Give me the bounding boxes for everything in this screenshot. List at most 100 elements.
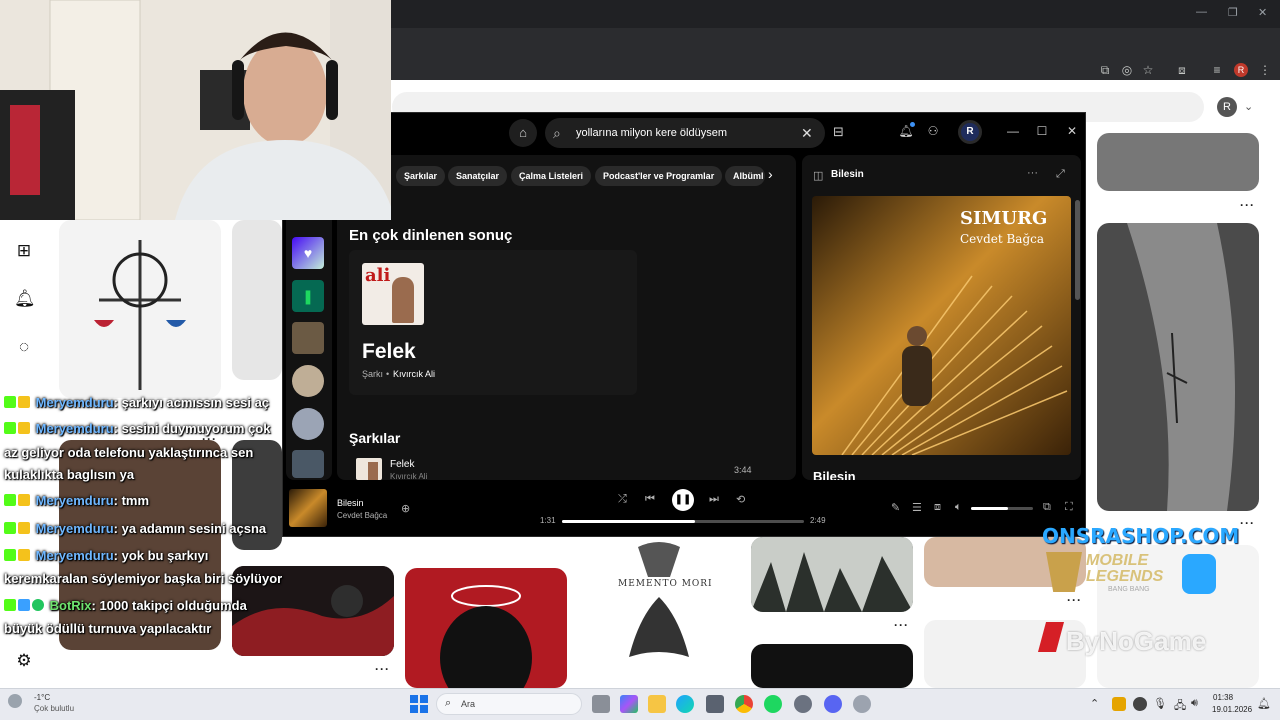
pause-button[interactable]: ❚❚	[672, 489, 694, 511]
pin-image-arm-tattoo[interactable]	[1097, 223, 1259, 511]
queue-icon[interactable]: ☰	[912, 501, 922, 514]
pin-image-wolf[interactable]	[232, 220, 282, 380]
clock-date[interactable]: 19.01.2026	[1212, 705, 1252, 714]
pin-image-scales-tattoo[interactable]	[59, 220, 221, 398]
bookmark-star-icon[interactable]: ☆	[1141, 63, 1155, 77]
miniplayer-icon[interactable]: ⧉	[1043, 501, 1051, 514]
more-options-icon[interactable]: ···	[1027, 167, 1038, 179]
friend-activity-icon[interactable]: ⚇	[925, 124, 941, 138]
windows-start-icon[interactable]	[410, 695, 428, 713]
fullscreen-icon[interactable]: ⛶	[1065, 501, 1073, 514]
extensions-icon[interactable]: ⧈	[1175, 63, 1189, 77]
song-title[interactable]: Felek	[390, 459, 414, 470]
home-icon[interactable]: ⌂	[509, 119, 537, 147]
minimize-icon[interactable]: —	[1196, 6, 1207, 18]
playlist-cover-1[interactable]	[292, 322, 324, 354]
discord-icon[interactable]	[824, 695, 842, 713]
filter-chip-artists[interactable]: Sanatçılar	[448, 166, 508, 186]
chrome-icon[interactable]	[735, 695, 753, 713]
chat-message: Meryemduru: ya adamın sesini açsna	[4, 521, 266, 536]
store-icon[interactable]	[706, 695, 724, 713]
spotify-search-input[interactable]: ⌕ yollarına milyon kere öldüysem ✕	[545, 118, 825, 148]
messages-icon[interactable]: ◌	[14, 337, 34, 357]
player-artist[interactable]: Cevdet Bağca	[337, 511, 387, 520]
app-icon[interactable]	[794, 695, 812, 713]
top-result-title[interactable]: Felek	[362, 340, 416, 364]
pin-image-halo-face[interactable]	[405, 568, 567, 688]
spotify-user-avatar[interactable]: R	[958, 120, 982, 144]
liked-songs-icon[interactable]: ♥	[292, 237, 324, 269]
chevron-up-icon[interactable]: ⌃	[1090, 697, 1099, 710]
network-icon[interactable]: 🖧︎	[1174, 697, 1186, 716]
previous-icon[interactable]: ⏮	[645, 493, 655, 506]
artist-avatar-1[interactable]	[292, 365, 324, 397]
tray-icon-2[interactable]	[1133, 697, 1147, 711]
chevron-down-icon[interactable]: ⌄	[1244, 100, 1253, 113]
song-cover	[356, 458, 382, 480]
artist-avatar-2[interactable]	[292, 408, 324, 440]
lyrics-icon[interactable]: ✎	[891, 501, 900, 514]
top-result-artist[interactable]: Kıvırcık Ali	[393, 369, 435, 379]
filter-chip-songs[interactable]: Şarkılar	[396, 166, 446, 186]
weather-text: Çok bulutlu	[34, 704, 75, 713]
maximize-icon[interactable]: ☐	[1034, 124, 1050, 138]
shuffle-icon[interactable]: ⤮	[618, 493, 627, 506]
clear-search-icon[interactable]: ✕	[801, 118, 813, 148]
next-icon[interactable]: ⏭	[709, 493, 719, 506]
profile-avatar-icon[interactable]: R	[1234, 63, 1248, 77]
install-app-icon[interactable]: ⧉	[1098, 63, 1112, 77]
chat-text: kulaklıkta baglısın ya	[4, 467, 135, 482]
browser-menu-icon[interactable]: ⋮	[1258, 63, 1272, 77]
volume-icon[interactable]: 🔈︎	[955, 501, 962, 514]
settings-gear-icon[interactable]: ⚙	[14, 651, 34, 671]
repeat-icon[interactable]: ⟲	[736, 493, 745, 506]
player-track[interactable]: Bilesin	[337, 498, 364, 508]
pin-image-memento-mori[interactable]: MEMENTO MORI	[578, 537, 740, 687]
microphone-icon[interactable]: 🎙︎	[1153, 697, 1167, 710]
pin-more-icon[interactable]: ···	[1240, 516, 1255, 530]
pin-image-katana[interactable]	[751, 644, 913, 688]
pin-more-icon[interactable]: ···	[894, 618, 909, 632]
filter-chip-playlists[interactable]: Çalma Listeleri	[511, 166, 592, 186]
taskbar-search[interactable]: ⌕ Ara	[436, 693, 582, 715]
file-explorer-icon[interactable]	[648, 695, 666, 713]
chevron-right-icon[interactable]: ›	[768, 166, 773, 182]
saved-episodes-icon[interactable]: ❚	[292, 280, 324, 312]
pin-more-icon[interactable]: ···	[1240, 198, 1255, 212]
tracking-icon[interactable]: ◎	[1120, 63, 1134, 77]
filter-chip-albums[interactable]: Albüml	[725, 166, 765, 186]
player-cover[interactable]	[289, 489, 327, 527]
song-artist[interactable]: Kıvırcık Ali	[390, 472, 427, 480]
steam-icon[interactable]	[853, 695, 871, 713]
clock-time[interactable]: 01:38	[1213, 693, 1233, 702]
copilot-icon[interactable]	[620, 695, 638, 713]
reading-list-icon[interactable]: ≡	[1210, 63, 1224, 77]
weather-icon[interactable]	[8, 694, 22, 708]
tray-icon-1[interactable]	[1112, 697, 1126, 711]
add-to-library-icon[interactable]: ⊕	[401, 502, 410, 515]
edge-icon[interactable]	[676, 695, 694, 713]
maximize-icon[interactable]: ❐	[1228, 6, 1238, 19]
minimize-icon[interactable]: —	[1005, 124, 1021, 138]
notifications-bell-icon[interactable]: 🔔︎	[14, 289, 36, 309]
pin-image-hand[interactable]	[1097, 133, 1259, 191]
pin-image-forest[interactable]	[751, 537, 913, 612]
progress-bar[interactable]	[562, 520, 804, 523]
panel-scrollbar[interactable]	[1075, 200, 1080, 300]
task-view-icon[interactable]	[592, 695, 610, 713]
pinterest-avatar[interactable]: R	[1217, 97, 1237, 117]
create-icon[interactable]: ⊞	[14, 241, 34, 261]
pin-more-icon[interactable]: ···	[375, 662, 390, 676]
close-icon[interactable]: ✕	[1064, 124, 1080, 138]
expand-icon[interactable]: ⤢	[1056, 168, 1065, 181]
spotify-icon[interactable]	[764, 695, 782, 713]
browse-icon[interactable]: ⊟	[833, 124, 844, 140]
connect-device-icon[interactable]: ⧈	[934, 501, 941, 514]
notifications-icon[interactable]: 🔔︎	[1257, 697, 1271, 710]
filter-chip-podcasts[interactable]: Podcast'ler ve Programlar	[595, 166, 723, 186]
panel-icon[interactable]: ◫	[813, 169, 823, 182]
speaker-icon[interactable]: 🔊︎	[1191, 697, 1198, 710]
playlist-cover-2[interactable]	[292, 450, 324, 478]
close-icon[interactable]: ✕	[1258, 6, 1267, 19]
volume-slider[interactable]	[971, 507, 1033, 510]
